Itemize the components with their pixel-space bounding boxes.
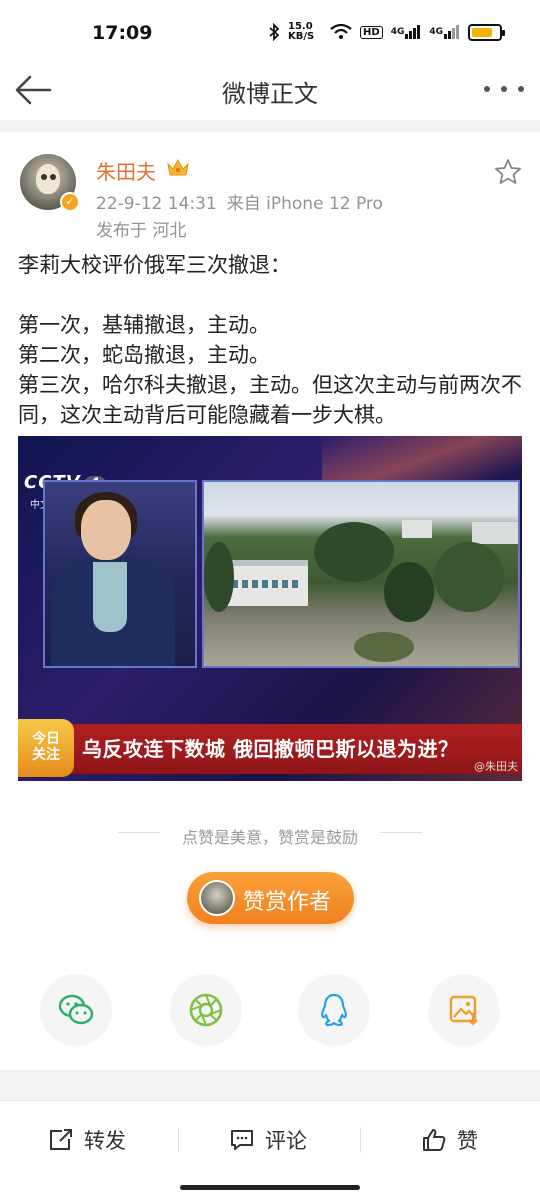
tree bbox=[354, 632, 414, 662]
tree bbox=[204, 542, 234, 612]
bottom-action-bar: 转发 评论 赞 bbox=[0, 1100, 540, 1200]
share-wechat-button[interactable] bbox=[40, 974, 112, 1046]
post-line: 第二次，蛇岛撤退，主动。 bbox=[18, 343, 270, 367]
post-card: ✓ 朱田夫 22-9-12 14:31 来自 iPhone 12 Pro 发布于 … bbox=[0, 132, 540, 1070]
post-source: 来自 iPhone 12 Pro bbox=[226, 194, 383, 214]
more-dot bbox=[518, 86, 524, 92]
share-qq-button[interactable] bbox=[298, 974, 370, 1046]
reward-avatar bbox=[199, 880, 235, 916]
share-moments-button[interactable] bbox=[170, 974, 242, 1046]
post-gap bbox=[18, 280, 523, 310]
like-button[interactable]: 赞 bbox=[421, 1123, 478, 1157]
battery-icon bbox=[468, 23, 505, 41]
wechat-icon bbox=[58, 994, 94, 1025]
share-row bbox=[0, 974, 540, 1046]
post-line: 李莉大校评价俄军三次撤退： bbox=[18, 253, 291, 277]
more-button[interactable] bbox=[484, 74, 524, 104]
signal-1-label: 4G bbox=[390, 27, 405, 37]
repost-icon bbox=[50, 1129, 72, 1150]
crown-icon bbox=[167, 158, 189, 176]
building bbox=[402, 520, 432, 538]
separator bbox=[178, 1127, 179, 1153]
banner-tag-line: 关注 bbox=[32, 747, 60, 763]
anchor-collar bbox=[93, 562, 127, 632]
battery-fill bbox=[472, 27, 492, 37]
post-location: 发布于 河北 bbox=[96, 221, 187, 241]
post-image[interactable]: CCTV4 中文国际 今日 关注 乌反攻连下数城 俄回撤顿巴斯以退为进？ @朱田… bbox=[18, 436, 522, 781]
bluetooth-icon bbox=[268, 23, 280, 41]
post-meta: 22-9-12 14:31 来自 iPhone 12 Pro bbox=[96, 189, 383, 214]
favorite-star-icon[interactable] bbox=[494, 158, 522, 186]
tree bbox=[384, 562, 434, 622]
image-watermark: @朱田夫 bbox=[474, 760, 518, 773]
post-datetime: 22-9-12 14:31 bbox=[96, 194, 217, 214]
status-icons: 15.0 KB/S HD 4G 4G bbox=[268, 21, 505, 42]
tree bbox=[434, 542, 504, 612]
reward-hint: 点赞是美意，赞赏是鼓励 bbox=[181, 828, 358, 847]
status-time: 17:09 bbox=[92, 22, 153, 44]
repost-label: 转发 bbox=[84, 1129, 126, 1153]
hd-badge: HD bbox=[360, 25, 383, 39]
banner-tag-line: 今日 bbox=[32, 731, 60, 747]
anchor-frame bbox=[43, 480, 197, 668]
repost-button[interactable]: 转发 bbox=[48, 1123, 126, 1157]
headline-text: 乌反攻连下数城 俄回撤顿巴斯以退为进？ bbox=[82, 737, 459, 761]
verified-badge-icon: ✓ bbox=[60, 192, 80, 212]
like-label: 赞 bbox=[457, 1129, 478, 1153]
separator bbox=[360, 1127, 361, 1153]
tree bbox=[314, 522, 394, 582]
avatar-eye bbox=[50, 174, 56, 180]
avatar-face bbox=[36, 164, 60, 194]
save-image-icon bbox=[449, 995, 478, 1026]
building bbox=[472, 522, 518, 544]
post-line: 第一次，基辅撤退，主动。 bbox=[18, 313, 270, 337]
more-dot bbox=[501, 86, 507, 92]
post-line: 第三次，哈尔科夫撤退，主动。但这次主动与前两次不同，这次主动背后可能隐藏着一步大… bbox=[18, 373, 522, 427]
comment-button[interactable]: 评论 bbox=[229, 1123, 307, 1157]
moments-icon bbox=[189, 993, 223, 1027]
wifi-icon bbox=[330, 24, 352, 40]
reward-button-label: 赞赏作者 bbox=[243, 890, 332, 915]
scene-frame bbox=[202, 480, 520, 668]
home-indicator bbox=[180, 1185, 360, 1190]
signal-1: 4G bbox=[391, 25, 422, 39]
banner-tag: 今日 关注 bbox=[18, 719, 74, 777]
post-text: 李莉大校评价俄军三次撤退： 第一次，基辅撤退，主动。 第二次，蛇岛撤退，主动。 … bbox=[18, 250, 523, 430]
comment-label: 评论 bbox=[265, 1129, 307, 1153]
signal-2-label: 4G bbox=[429, 27, 443, 37]
anchor-head bbox=[81, 500, 131, 560]
comment-icon bbox=[231, 1130, 253, 1150]
more-dot bbox=[484, 86, 490, 92]
save-image-button[interactable] bbox=[428, 974, 500, 1046]
like-icon bbox=[423, 1129, 446, 1151]
avatar-eye bbox=[41, 174, 47, 180]
signal-2: 4G bbox=[429, 25, 460, 39]
author-name[interactable]: 朱田夫 bbox=[96, 156, 156, 185]
nav-bar: 微博正文 bbox=[0, 60, 540, 120]
qq-icon bbox=[321, 993, 347, 1027]
net-speed: 15.0 KB/S bbox=[288, 21, 315, 42]
reward-author-button[interactable]: 赞赏作者 bbox=[187, 872, 354, 924]
page-title: 微博正文 bbox=[222, 80, 318, 108]
